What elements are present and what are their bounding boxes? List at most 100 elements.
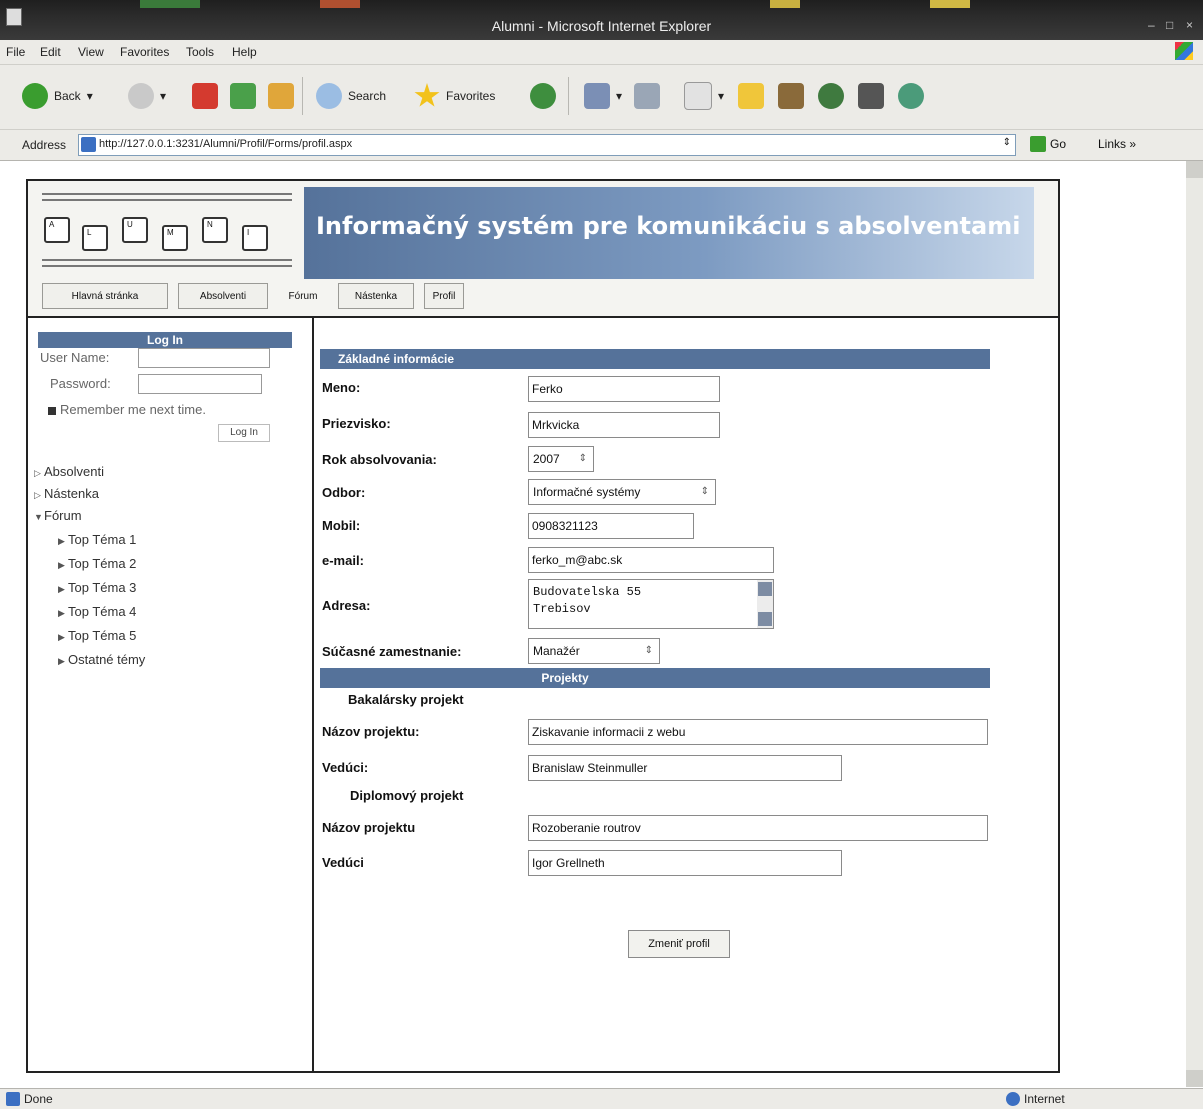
expand-arrow-icon: ▶ xyxy=(58,584,65,594)
home-button[interactable] xyxy=(268,81,294,111)
tree-node-topic[interactable]: ▶ Ostatné témy xyxy=(58,652,145,667)
people-button[interactable] xyxy=(898,81,924,111)
expand-arrow-icon: ▶ xyxy=(58,656,65,666)
password-input[interactable] xyxy=(138,374,262,394)
username-input[interactable] xyxy=(138,348,270,368)
alumni-logo: A L U M N I xyxy=(42,189,292,267)
tree-node-topic[interactable]: ▶ Top Téma 4 xyxy=(58,604,136,619)
scroll-down-icon[interactable] xyxy=(1186,1070,1203,1087)
tree-label: Top Téma 3 xyxy=(68,580,137,595)
windows-logo-icon xyxy=(1175,42,1193,60)
left-sidebar: Log In User Name: Password: Remember me … xyxy=(28,318,314,1071)
folder-button[interactable] xyxy=(738,81,764,111)
priezvisko-input[interactable]: Mrkvicka xyxy=(528,412,720,438)
menu-tools[interactable]: Tools xyxy=(186,45,214,59)
site-title: Informačný systém pre komunikáciu s abso… xyxy=(316,212,1021,240)
tree-node-topic[interactable]: ▶ Top Téma 1 xyxy=(58,532,136,547)
nav-hlavna-stranka[interactable]: Hlavná stránka xyxy=(42,283,168,309)
odbor-select[interactable]: Informačné systémy ⇕ xyxy=(528,479,716,505)
window-titlebar: Alumni - Microsoft Internet Explorer – □… xyxy=(0,0,1203,40)
menu-edit[interactable]: Edit xyxy=(40,45,61,59)
close-button[interactable]: × xyxy=(1186,18,1193,32)
favorites-button[interactable]: Favorites xyxy=(414,81,495,111)
password-label: Password: xyxy=(50,376,111,391)
forward-arrow-icon xyxy=(128,83,154,109)
textarea-scrollbar[interactable] xyxy=(757,580,773,628)
expand-arrow-icon: ▶ xyxy=(58,560,65,570)
history-icon xyxy=(530,83,556,109)
nav-profil[interactable]: Profil xyxy=(424,283,464,309)
logo-key: N xyxy=(202,217,228,243)
adresa-label: Adresa: xyxy=(322,598,371,613)
search-icon xyxy=(316,83,342,109)
maximize-button[interactable]: □ xyxy=(1166,18,1173,32)
desktop-stripe xyxy=(320,0,360,8)
address-input[interactable]: http://127.0.0.1:3231/Alumni/Profil/Form… xyxy=(78,134,1016,156)
nav-forum[interactable]: Fórum xyxy=(278,283,328,309)
mobil-input[interactable]: 0908321123 xyxy=(528,513,694,539)
print-button[interactable] xyxy=(634,81,660,111)
scroll-up-icon[interactable] xyxy=(1186,161,1203,178)
messenger-button[interactable] xyxy=(818,81,844,111)
menu-favorites[interactable]: Favorites xyxy=(120,45,169,59)
page-scrollbar[interactable] xyxy=(1186,161,1203,1087)
zamestnanie-select[interactable]: Manažér ⇕ xyxy=(528,638,660,664)
refresh-button[interactable] xyxy=(230,81,256,111)
rok-select[interactable]: 2007 ⇕ xyxy=(528,446,594,472)
zamestnanie-value: Manažér xyxy=(533,644,580,658)
dropdown-arrow-icon[interactable]: ⇕ xyxy=(1003,137,1011,148)
tree-node-nastenka[interactable]: ▷ Nástenka xyxy=(34,486,99,501)
scroll-down-icon[interactable] xyxy=(758,612,772,626)
diplomovy-nazov-input[interactable]: Rozoberanie routrov xyxy=(528,815,988,841)
edit-button[interactable]: ▾ xyxy=(684,81,724,111)
internet-globe-icon xyxy=(1006,1092,1020,1106)
mobil-label: Mobil: xyxy=(322,518,361,533)
spinner-icon: ⇕ xyxy=(644,645,653,656)
back-button[interactable]: Back ▾ xyxy=(22,81,93,111)
address-bar: Address http://127.0.0.1:3231/Alumni/Pro… xyxy=(0,130,1203,161)
collapse-arrow-icon: ▼ xyxy=(34,512,43,522)
search-button[interactable]: Search xyxy=(316,81,386,111)
edit-icon xyxy=(684,82,712,110)
meno-input[interactable]: Ferko xyxy=(528,376,720,402)
site-header: A L U M N I Informačný systém pre komuni… xyxy=(28,181,1058,318)
tree-node-topic[interactable]: ▶ Top Téma 2 xyxy=(58,556,136,571)
address-label: Address xyxy=(22,138,67,152)
stop-button[interactable] xyxy=(192,81,218,111)
tree-node-absolventi[interactable]: ▷ Absolventi xyxy=(34,464,104,479)
remember-checkbox[interactable] xyxy=(48,407,56,415)
scroll-up-icon[interactable] xyxy=(758,582,772,596)
forward-button[interactable]: ▾ xyxy=(128,81,166,111)
back-arrow-icon xyxy=(22,83,48,109)
email-input[interactable]: ferko_m@abc.sk xyxy=(528,547,774,573)
media-button[interactable] xyxy=(858,81,884,111)
menu-view[interactable]: View xyxy=(78,45,104,59)
status-left: Done xyxy=(6,1092,53,1106)
zmenit-profil-button[interactable]: Zmeniť profil xyxy=(628,930,730,958)
go-button[interactable]: Go xyxy=(1030,136,1066,152)
menu-help[interactable]: Help xyxy=(232,45,257,59)
tree-node-forum[interactable]: ▼Fórum xyxy=(34,508,82,523)
home-icon xyxy=(268,83,294,109)
bakalarsky-nazov-input[interactable]: Ziskavanie informacii z webu xyxy=(528,719,988,745)
tree-node-topic[interactable]: ▶ Top Téma 5 xyxy=(58,628,136,643)
adresa-textarea[interactable]: Budovatelska 55 Trebisov xyxy=(528,579,774,629)
history-button[interactable] xyxy=(530,81,556,111)
research-button[interactable] xyxy=(778,81,804,111)
menu-file[interactable]: File xyxy=(6,45,25,59)
login-button[interactable]: Log In xyxy=(218,424,270,442)
spinner-icon: ⇕ xyxy=(578,453,587,464)
minimize-button[interactable]: – xyxy=(1148,18,1155,32)
nav-absolventi[interactable]: Absolventi xyxy=(178,283,268,309)
diplomovy-veduci-input[interactable]: Igor Grellneth xyxy=(528,850,842,876)
status-bar: Done Internet xyxy=(0,1088,1203,1109)
bakalarsky-heading: Bakalársky projekt xyxy=(348,692,464,707)
bakalarsky-veduci-input[interactable]: Branislaw Steinmuller xyxy=(528,755,842,781)
media-icon xyxy=(858,83,884,109)
profile-form: Základné informácie Meno: Ferko Priezvis… xyxy=(318,318,1058,1071)
tree-node-topic[interactable]: ▶ Top Téma 3 xyxy=(58,580,136,595)
mail-button[interactable]: ▾ xyxy=(584,81,622,111)
links-button[interactable]: Links » xyxy=(1098,137,1136,151)
folder-icon xyxy=(738,83,764,109)
nav-nastenka[interactable]: Nástenka xyxy=(338,283,414,309)
